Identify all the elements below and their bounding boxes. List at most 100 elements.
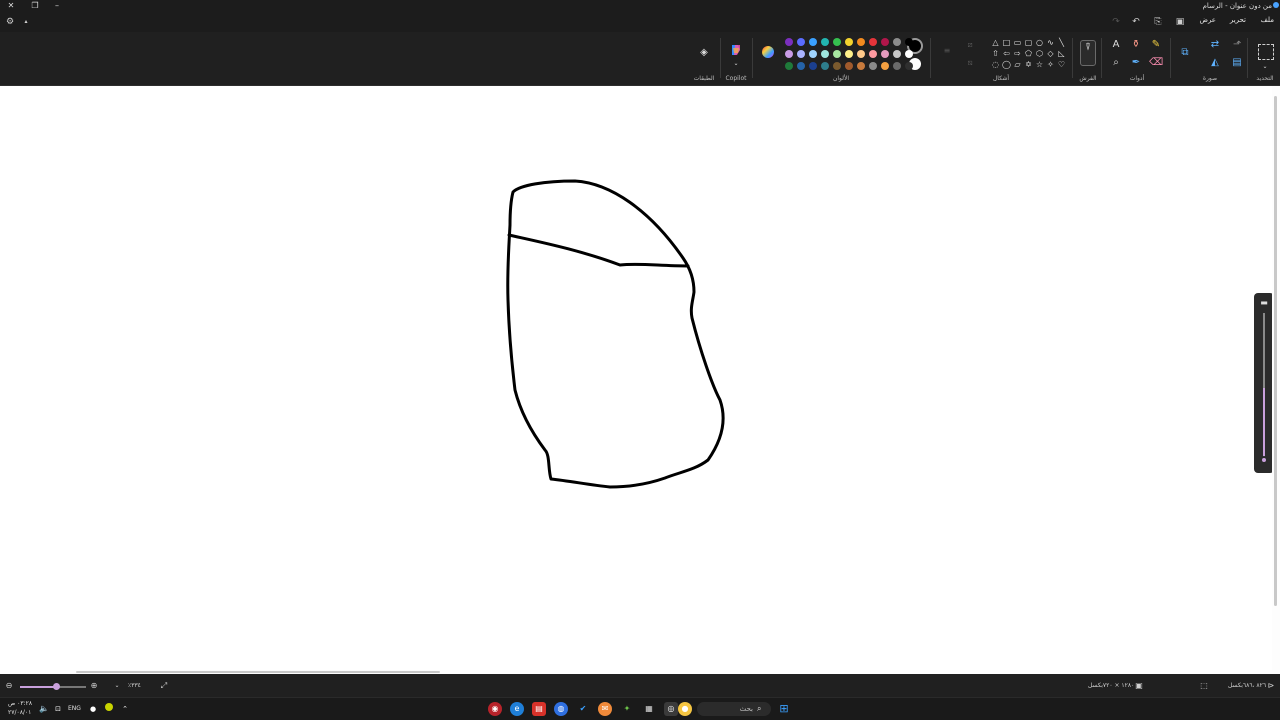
save-icon[interactable]: ▣ [1174, 16, 1186, 28]
color-swatch[interactable] [893, 38, 901, 46]
language-indicator[interactable]: ENG [68, 705, 81, 712]
color-swatch[interactable] [881, 50, 889, 58]
star-six-shape-icon[interactable]: ✡ [1024, 60, 1033, 69]
close-window-button[interactable]: ✕ [0, 0, 22, 12]
color-swatch[interactable] [785, 38, 793, 46]
hexagon-shape-icon[interactable]: ⬡ [1035, 49, 1044, 58]
app-status-icon[interactable] [105, 703, 113, 711]
left-arrow-shape-icon[interactable]: ⇦ [1002, 49, 1011, 58]
microphone-icon[interactable]: ● [86, 702, 100, 716]
horizontal-scrollbar[interactable] [0, 670, 1272, 674]
up-arrow-shape-icon[interactable]: ⇧ [991, 49, 1000, 58]
brush-size-knob[interactable] [1260, 456, 1268, 464]
speech-bubble-shape-icon[interactable]: ◌ [991, 60, 1000, 69]
color-swatch[interactable] [833, 62, 841, 70]
redo-icon[interactable]: ↷ [1110, 16, 1122, 28]
notification-icon[interactable]: ▴ [20, 16, 32, 28]
minimize-window-button[interactable]: – [46, 0, 68, 12]
menu-view[interactable]: عرض [1199, 16, 1216, 24]
copilot-icon[interactable] [729, 43, 743, 57]
taskbar-app-10-icon[interactable]: ● [678, 702, 692, 716]
brushes-icon[interactable]: ⍒ [1080, 40, 1096, 66]
color-picker-tool-icon[interactable]: ✒ [1129, 56, 1143, 70]
horizontal-scroll-thumb[interactable] [76, 671, 440, 673]
color-swatch[interactable] [845, 38, 853, 46]
image-remove-background-icon[interactable]: ▤ [1230, 56, 1244, 70]
color-swatch[interactable] [905, 50, 913, 58]
color-swatch[interactable] [857, 38, 865, 46]
right-triangle-shape-icon[interactable]: ◺ [1057, 49, 1066, 58]
text-tool-icon[interactable]: A [1109, 38, 1123, 52]
magnifier-tool-icon[interactable]: ⌕ [1109, 56, 1123, 70]
color-swatch[interactable] [809, 62, 817, 70]
color-swatch[interactable] [857, 62, 865, 70]
zoom-in-icon[interactable]: ⊕ [89, 681, 99, 691]
undo-icon[interactable]: ↶ [1130, 16, 1142, 28]
selection-dropdown-icon[interactable]: ⌄ [1258, 60, 1272, 74]
volume-icon[interactable]: 🔈 [37, 702, 51, 716]
color-swatch[interactable] [797, 62, 805, 70]
maximize-window-button[interactable]: ❐ [24, 0, 46, 12]
color-swatch[interactable] [809, 38, 817, 46]
color-swatch[interactable] [797, 38, 805, 46]
copilot-dropdown-icon[interactable]: ⌄ [732, 57, 740, 71]
taskbar-edge-icon[interactable]: e [510, 702, 524, 716]
shape-size-icon[interactable]: ≡ [940, 44, 954, 58]
pentagon-shape-icon[interactable]: ⬠ [1024, 49, 1033, 58]
layers-icon[interactable]: ◈ [697, 46, 711, 60]
color-swatch[interactable] [881, 38, 889, 46]
drawing-canvas[interactable] [0, 86, 1280, 674]
selection-tool-icon[interactable] [1258, 44, 1274, 60]
menu-edit[interactable]: تحرير [1230, 16, 1246, 24]
line-shape-icon[interactable]: ╲ [1057, 38, 1066, 47]
taskbar-app-8-icon[interactable]: ▦ [642, 702, 656, 716]
vertical-scrollbar[interactable] [1272, 86, 1280, 674]
heart-shape-icon[interactable]: ♡ [1057, 60, 1066, 69]
zoom-dropdown-icon[interactable]: ⌄ [112, 681, 122, 691]
star-four-shape-icon[interactable]: ✧ [1046, 60, 1055, 69]
color-swatch[interactable] [893, 50, 901, 58]
zoom-slider-knob[interactable] [53, 683, 60, 690]
star-five-shape-icon[interactable]: ☆ [1035, 60, 1044, 69]
square-shape-icon[interactable]: ▭ [1013, 38, 1022, 47]
clock-date[interactable]: ٢٧/٠٨/٠١ [8, 709, 31, 716]
taskbar-app-1-icon[interactable]: ◉ [488, 702, 502, 716]
color-swatch[interactable] [869, 50, 877, 58]
taskbar-app-7-icon[interactable]: ✦ [620, 702, 634, 716]
color-swatch[interactable] [905, 62, 913, 70]
color-swatch[interactable] [881, 62, 889, 70]
menu-file[interactable]: ملف [1261, 16, 1274, 24]
fit-to-window-icon[interactable]: ⤢ [159, 681, 169, 691]
right-arrow-shape-icon[interactable]: ⇨ [1013, 49, 1022, 58]
curve-shape-icon[interactable]: ∿ [1046, 38, 1055, 47]
diamond-shape-icon[interactable]: ◇ [1046, 49, 1055, 58]
color-swatch[interactable] [893, 62, 901, 70]
oval-callout-shape-icon[interactable]: ◯ [1002, 60, 1011, 69]
windows-start-icon[interactable]: ⊞ [777, 702, 791, 716]
shape-outline-icon[interactable]: ⧄ [963, 38, 977, 52]
color-swatch[interactable] [833, 50, 841, 58]
zoom-out-icon[interactable]: ⊖ [4, 681, 14, 691]
share-icon[interactable]: ⎘ [1152, 16, 1164, 28]
color-swatch[interactable] [821, 62, 829, 70]
image-rotate-icon[interactable]: ⬏ [1230, 38, 1244, 52]
taskbar-app-4-icon[interactable]: ◍ [554, 702, 568, 716]
rect-callout-shape-icon[interactable]: ▱ [1013, 60, 1022, 69]
pencil-tool-icon[interactable]: ✎ [1149, 38, 1163, 52]
color-swatch[interactable] [869, 62, 877, 70]
show-hidden-icons-icon[interactable]: ⌃ [118, 702, 132, 716]
color-swatch[interactable] [821, 50, 829, 58]
taskbar-app-5-icon[interactable]: ✔ [576, 702, 590, 716]
eraser-tool-icon[interactable]: ⌫ [1149, 56, 1163, 70]
color-swatch[interactable] [809, 50, 817, 58]
color-swatch[interactable] [785, 50, 793, 58]
triangle-shape-icon[interactable]: △ [991, 38, 1000, 47]
color-swatch[interactable] [857, 50, 865, 58]
oval-shape-icon[interactable]: ○ [1035, 38, 1044, 47]
color-swatch[interactable] [797, 50, 805, 58]
color-swatch[interactable] [845, 62, 853, 70]
rectangle-shape-icon[interactable]: □ [1002, 38, 1011, 47]
taskbar-chrome-icon[interactable]: ◎ [664, 702, 678, 716]
settings-icon[interactable]: ⚙ [4, 16, 16, 28]
taskbar-app-3-icon[interactable]: ▤ [532, 702, 546, 716]
